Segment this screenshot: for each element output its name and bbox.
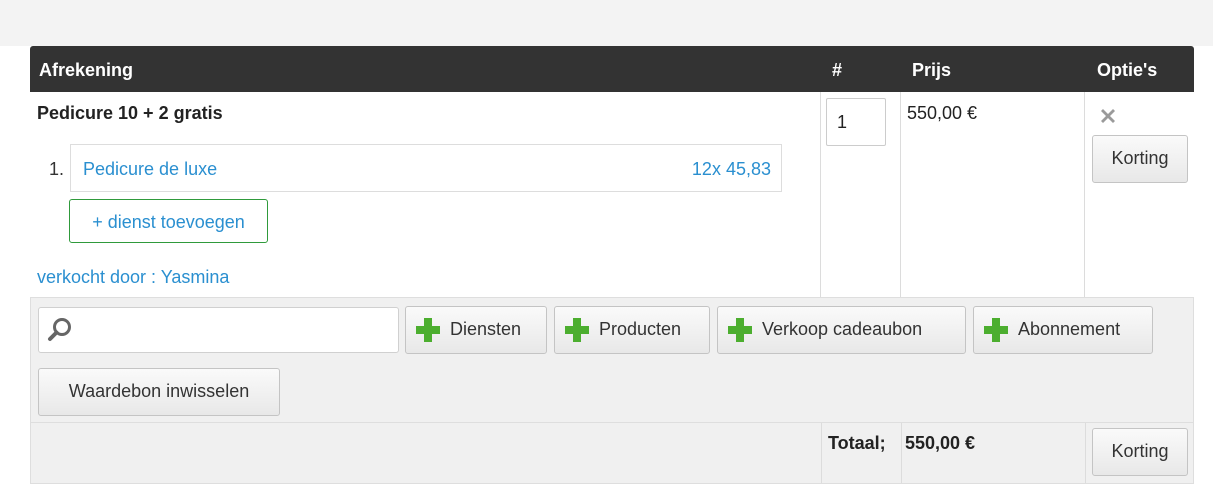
service-row[interactable]: Pedicure de luxe 12x 45,83 [70,144,782,192]
column-divider [901,423,902,483]
green-plus-icon [416,318,440,342]
green-plus-icon [728,318,752,342]
header-price: Prijs [912,60,952,80]
green-plus-icon [565,318,589,342]
service-name-link[interactable]: Pedicure de luxe [83,159,217,180]
products-button-label: Producten [599,319,682,339]
column-divider [1085,423,1086,483]
line-price: 550,00 € [907,103,978,123]
quantity-input[interactable] [826,98,886,146]
service-price: 12x 45,83 [691,159,771,179]
services-button[interactable]: Diensten [405,306,547,354]
voucher-row: Waardebon inwisselen [30,362,1194,423]
header-options: Optie's [1097,60,1158,80]
header-checkout: Afrekening [39,60,134,80]
total-discount-button[interactable]: Korting [1092,428,1188,476]
sell-gift-card-button[interactable]: Verkoop cadeaubon [717,306,966,354]
subscription-button[interactable]: Abonnement [973,306,1153,354]
table-header: Afrekening # Prijs Optie's [30,46,1194,92]
products-button[interactable]: Producten [554,306,710,354]
close-x-icon[interactable] [1098,106,1118,126]
magnifier-icon [48,318,71,341]
sold-by-link[interactable]: verkocht door : Yasmina [37,267,229,288]
redeem-voucher-button[interactable]: Waardebon inwisselen [38,368,280,416]
green-plus-icon [984,318,1008,342]
page-top-band [0,0,1213,46]
add-service-button[interactable]: + dienst toevoegen [69,199,268,243]
column-divider [821,423,822,483]
service-number: 1. [49,159,65,179]
checkout-table: Afrekening # Prijs Optie's Pedicure 10 +… [30,46,1194,484]
services-button-label: Diensten [450,319,522,339]
total-value: 550,00 € [905,433,976,453]
sell-gift-card-button-label: Verkoop cadeaubon [762,319,923,339]
subscription-button-label: Abonnement [1018,319,1121,339]
total-label: Totaal; [828,433,886,453]
search-input[interactable] [38,307,399,353]
header-quantity: # [832,60,843,80]
line-discount-button[interactable]: Korting [1092,135,1188,183]
item-toolbar: Diensten Producten Verkoop cadeaubon Abo… [30,297,1194,364]
total-row: Totaal; 550,00 € Korting [30,422,1194,484]
package-title: Pedicure 10 + 2 gratis [37,103,223,123]
